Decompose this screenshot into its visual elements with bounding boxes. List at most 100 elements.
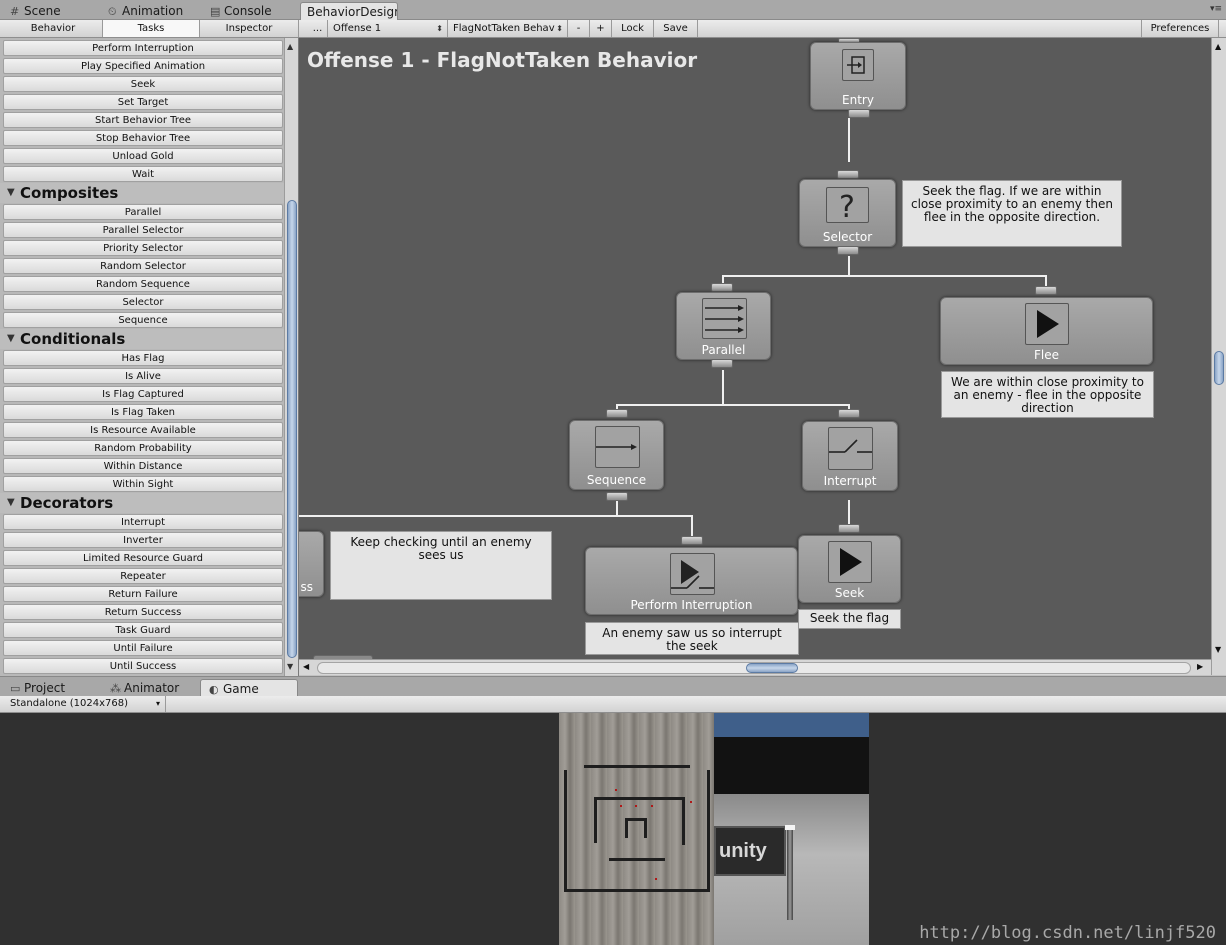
selector-comment: Seek the flag. If we are within close pr… xyxy=(902,180,1122,247)
question-mark-icon: ? xyxy=(826,187,869,225)
task-item[interactable]: Random Probability xyxy=(3,440,283,456)
maze-wall xyxy=(707,770,710,890)
task-item[interactable]: Random Sequence xyxy=(3,276,283,292)
selector-node[interactable]: ? Selector xyxy=(799,179,896,247)
more-button[interactable]: ... xyxy=(308,20,328,37)
flee-node[interactable]: Flee xyxy=(940,297,1153,365)
task-item[interactable]: Within Sight xyxy=(3,476,283,492)
scroll-left-icon[interactable]: ◀ xyxy=(303,662,309,671)
tab-console[interactable]: ▤ Console xyxy=(202,2,298,20)
task-item[interactable]: Task Guard xyxy=(3,622,283,638)
flee-label: Flee xyxy=(1033,348,1059,362)
scrollbar-thumb[interactable] xyxy=(287,200,297,658)
task-item[interactable]: Wait xyxy=(3,166,283,182)
maze-wall xyxy=(594,797,597,843)
add-button[interactable]: + xyxy=(590,20,612,37)
task-item[interactable]: Set Target xyxy=(3,94,283,110)
task-item[interactable]: Play Specified Animation xyxy=(3,58,283,74)
entry-bottom-port xyxy=(848,109,870,118)
collapse-triangle-icon[interactable]: ▼ xyxy=(7,183,15,203)
behavior-tree-dropdown[interactable]: Offense 1 ⬍ xyxy=(328,20,448,37)
task-item[interactable]: Random Selector xyxy=(3,258,283,274)
perform-interruption-node[interactable]: Perform Interruption xyxy=(585,547,798,615)
first-person-camera-view: unity xyxy=(714,713,869,945)
scrollbar-thumb[interactable] xyxy=(746,663,798,673)
collapse-triangle-icon[interactable]: ▼ xyxy=(7,493,15,513)
partial-node[interactable]: ss xyxy=(299,531,324,597)
scroll-right-icon[interactable]: ▶ xyxy=(1197,662,1203,671)
task-item[interactable]: Return Failure xyxy=(3,586,283,602)
task-item[interactable]: Is Alive xyxy=(3,368,283,384)
task-item[interactable]: Unload Gold xyxy=(3,148,283,164)
tab-project[interactable]: ▭ Project xyxy=(2,679,98,697)
task-item[interactable]: Is Flag Taken xyxy=(3,404,283,420)
save-button[interactable]: Save xyxy=(654,20,698,37)
remove-button[interactable]: - xyxy=(568,20,590,37)
lock-button[interactable]: Lock xyxy=(612,20,654,37)
collapse-triangle-icon[interactable]: ▼ xyxy=(7,329,15,349)
tab-menu-icon[interactable]: ▾≡ xyxy=(1210,4,1222,14)
task-item[interactable]: Is Resource Available xyxy=(3,422,283,438)
tab-behavior[interactable]: Behavior xyxy=(4,20,103,37)
task-item[interactable]: Start Behavior Tree xyxy=(3,112,283,128)
animation-icon: ⏲ xyxy=(108,5,117,18)
partial-comment: Keep checking until an enemy sees us xyxy=(330,531,552,600)
task-item[interactable]: Limited Resource Guard xyxy=(3,550,283,566)
task-item[interactable]: Inverter xyxy=(3,532,283,548)
scroll-up-icon[interactable]: ▲ xyxy=(287,42,293,51)
sequence-label: Sequence xyxy=(586,473,647,487)
task-item[interactable]: Until Failure xyxy=(3,640,283,656)
task-item[interactable]: Seek xyxy=(3,76,283,92)
behavior-dropdown[interactable]: FlagNotTaken Behav ⬍ xyxy=(448,20,568,37)
category-conditionals[interactable]: ▼ Conditionals xyxy=(0,329,284,349)
game-icon: ◐ xyxy=(209,683,219,696)
sequence-node[interactable]: Sequence xyxy=(569,420,664,490)
preferences-button[interactable]: Preferences xyxy=(1141,20,1219,37)
tab-animation[interactable]: ⏲ Animation xyxy=(100,2,200,20)
parallel-node[interactable]: Parallel xyxy=(676,292,771,360)
task-item[interactable]: Sequence xyxy=(3,312,283,328)
entry-label: Entry xyxy=(842,93,874,107)
task-list-scrollbar[interactable]: ▲ ▼ xyxy=(284,38,298,676)
game-toolbar: Standalone (1024x768) ▾ xyxy=(0,696,1226,713)
task-item[interactable]: Until Success xyxy=(3,658,283,674)
scroll-up-icon[interactable]: ▲ xyxy=(1215,42,1221,51)
connection-line xyxy=(722,275,1047,277)
resolution-dropdown[interactable]: Standalone (1024x768) ▾ xyxy=(3,696,166,712)
parallel-bottom-port xyxy=(711,359,733,368)
scroll-down-icon[interactable]: ▼ xyxy=(287,662,293,671)
graph-vertical-scrollbar[interactable]: ▲ ▼ xyxy=(1211,38,1226,675)
tab-animator[interactable]: ⁂ Animator xyxy=(102,679,198,697)
category-decorators[interactable]: ▼ Decorators xyxy=(0,493,284,513)
seek-node[interactable]: Seek xyxy=(798,535,901,603)
task-item[interactable]: Perform Interruption xyxy=(3,40,283,56)
scrollbar-thumb[interactable] xyxy=(1214,351,1224,385)
graph-horizontal-scrollbar[interactable]: ◀ ▶ xyxy=(299,659,1211,675)
tab-tasks[interactable]: Tasks xyxy=(103,20,200,37)
task-item[interactable]: Interrupt xyxy=(3,514,283,530)
agent-marker xyxy=(690,801,692,803)
interrupt-node[interactable]: Interrupt xyxy=(802,421,898,491)
flag xyxy=(785,825,795,830)
task-item[interactable]: Is Flag Captured xyxy=(3,386,283,402)
task-item[interactable]: Stop Behavior Tree xyxy=(3,130,283,146)
task-item[interactable]: Parallel xyxy=(3,204,283,220)
tab-game[interactable]: ◐ Game xyxy=(200,679,298,697)
agent-marker xyxy=(655,878,657,880)
tab-behavior-designer[interactable]: BehaviorDesigr xyxy=(300,2,398,20)
connection-line xyxy=(299,515,693,517)
task-item[interactable]: Within Distance xyxy=(3,458,283,474)
game-view[interactable]: unity http://blog.csdn.net/linjf520 xyxy=(0,713,1226,945)
category-composites[interactable]: ▼ Composites xyxy=(0,183,284,203)
task-item[interactable]: Has Flag xyxy=(3,350,283,366)
task-item[interactable]: Return Success xyxy=(3,604,283,620)
task-item[interactable]: Repeater xyxy=(3,568,283,584)
tab-inspector[interactable]: Inspector xyxy=(200,20,299,37)
behavior-graph-canvas[interactable]: Offense 1 - FlagNotTaken Behavior Entry … xyxy=(299,38,1211,659)
task-item[interactable]: Parallel Selector xyxy=(3,222,283,238)
task-item[interactable]: Selector xyxy=(3,294,283,310)
tab-scene[interactable]: # Scene xyxy=(2,2,98,20)
entry-node[interactable]: Entry xyxy=(810,42,906,110)
task-item[interactable]: Priority Selector xyxy=(3,240,283,256)
scroll-down-icon[interactable]: ▼ xyxy=(1215,645,1221,654)
